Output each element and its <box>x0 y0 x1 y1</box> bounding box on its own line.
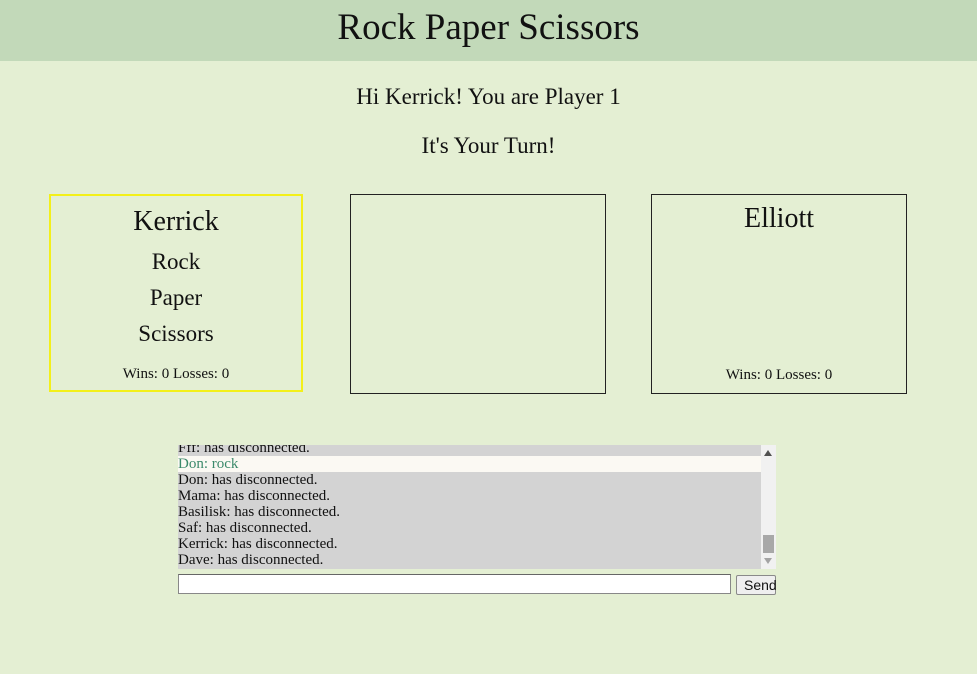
app-header: Rock Paper Scissors <box>0 0 977 61</box>
player2-name: Elliott <box>744 203 814 234</box>
chat-message: Don: rock <box>178 456 761 472</box>
chat-log[interactable]: Fff: has disconnected. Don: rock Don: ha… <box>178 445 776 569</box>
chat-message: Fff: has disconnected. <box>178 445 310 456</box>
scroll-thumb[interactable] <box>763 535 774 553</box>
result-panel <box>350 194 606 394</box>
chat-message: Don: has disconnected. <box>178 472 318 488</box>
scroll-up-arrow-icon[interactable] <box>764 450 772 456</box>
scroll-down-arrow-icon[interactable] <box>764 558 772 564</box>
chat-input[interactable] <box>178 574 731 594</box>
page-title: Rock Paper Scissors <box>337 7 640 48</box>
choice-scissors[interactable]: Scissors <box>51 321 301 347</box>
chat-messages: Fff: has disconnected. Don: rock Don: ha… <box>178 445 761 568</box>
choice-paper[interactable]: Paper <box>51 285 301 311</box>
chat-message: Dave: has disconnected. <box>178 552 324 568</box>
chat-scrollbar[interactable] <box>761 445 776 569</box>
player2-panel: Elliott Wins: 0 Losses: 0 <box>651 194 907 394</box>
send-button[interactable]: Send <box>736 575 777 595</box>
chat-message: Saf: has disconnected. <box>178 520 312 536</box>
chat-message: Basilisk: has disconnected. <box>178 504 341 520</box>
player2-record: Wins: 0 Losses: 0 <box>725 367 833 383</box>
player1-panel: Kerrick Rock Paper Scissors Wins: 0 Loss… <box>49 194 303 392</box>
chat-message: Mama: has disconnected. <box>178 488 331 504</box>
choice-rock[interactable]: Rock <box>51 249 301 275</box>
player1-name: Kerrick <box>133 206 219 237</box>
turn-indicator: It's Your Turn! <box>421 133 556 158</box>
player1-record: Wins: 0 Losses: 0 <box>122 366 230 382</box>
greeting-text: Hi Kerrick! You are Player 1 <box>356 84 621 109</box>
chat-message: Kerrick: has disconnected. <box>178 536 338 552</box>
